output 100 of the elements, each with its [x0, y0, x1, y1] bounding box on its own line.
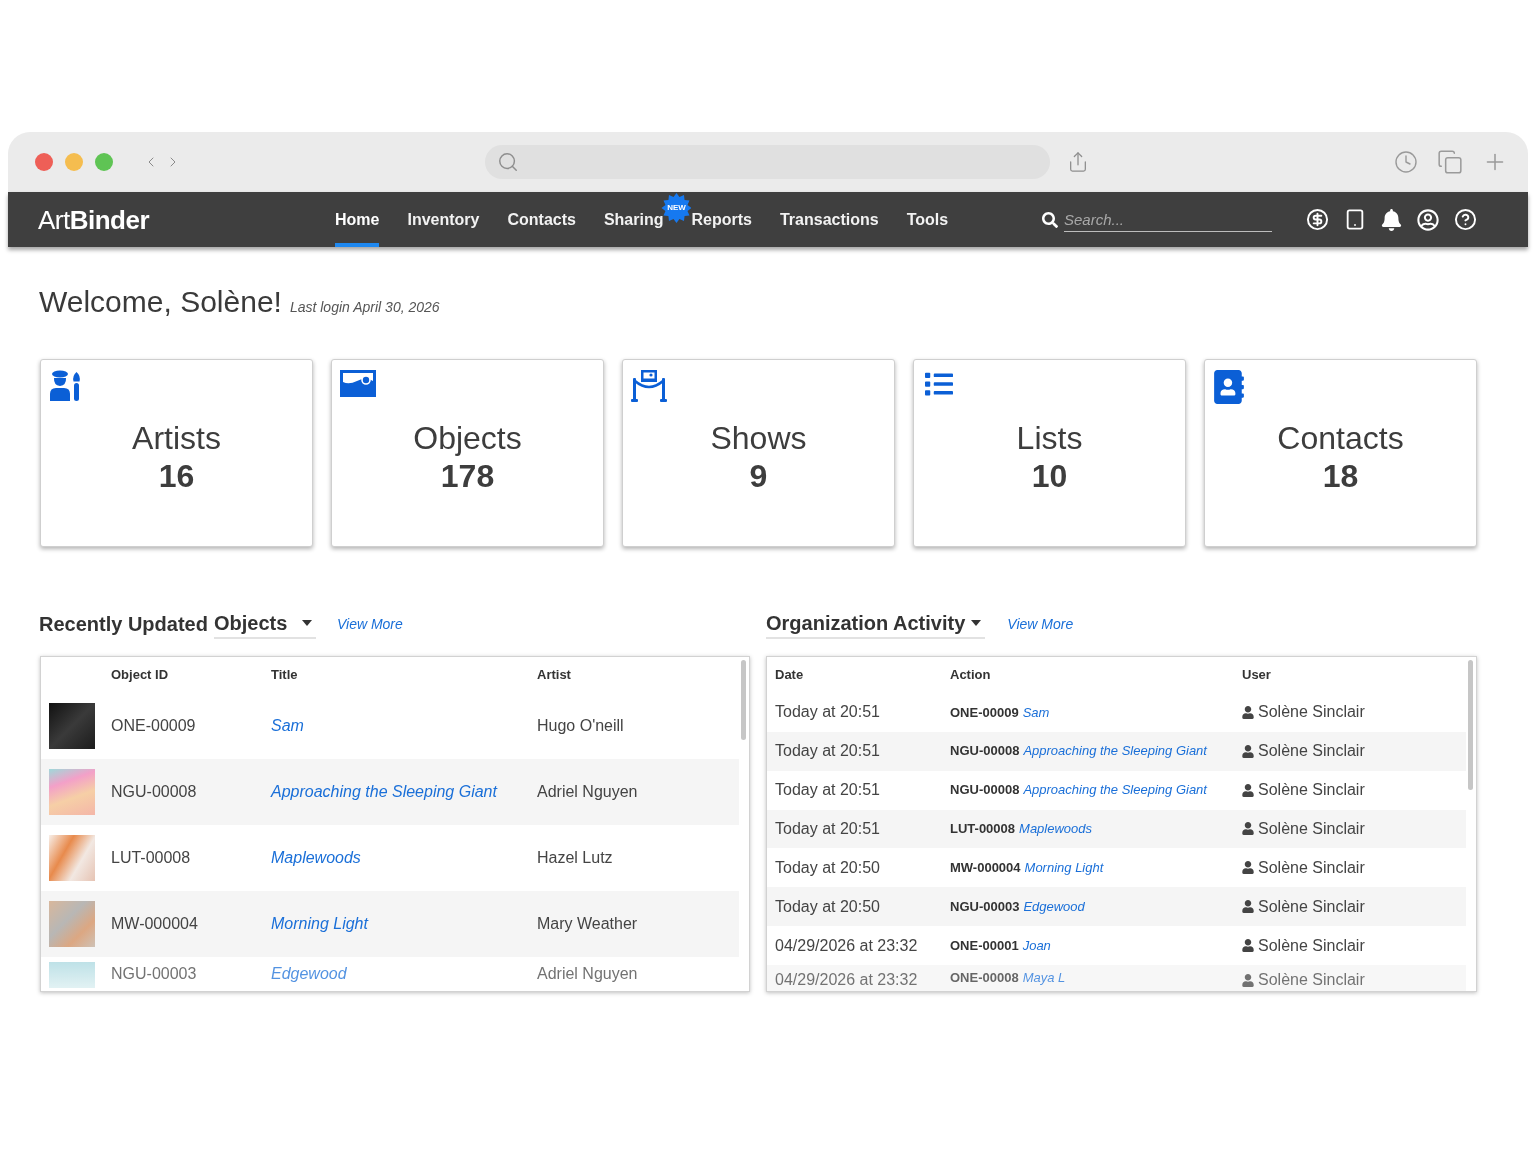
welcome-title: Welcome, Solène! — [39, 284, 282, 320]
dollar-circle-icon[interactable] — [1306, 208, 1329, 231]
stat-count: 10 — [1031, 457, 1068, 495]
object-id: ONE-00009 — [111, 716, 197, 736]
table-row[interactable]: NGU-00003 Edgewood Adriel Nguyen — [41, 957, 739, 991]
user-icon — [1242, 744, 1254, 758]
caret-icon — [971, 620, 982, 626]
table-row[interactable]: NGU-00008 Approaching the Sleeping Giant Adriel Nguyen — [41, 759, 739, 825]
object-id: ONE-00001 — [950, 936, 1019, 955]
stat-card[interactable]: Objects 178 — [331, 359, 604, 547]
object-id: LUT-00008 — [950, 820, 1016, 839]
bell-icon[interactable] — [1381, 208, 1402, 231]
logo[interactable]: ArtBinder — [38, 204, 150, 235]
scrollbar-thumb[interactable] — [741, 660, 746, 740]
tablet-icon[interactable] — [1344, 208, 1366, 231]
nav-tab[interactable]: Contacts — [507, 192, 576, 247]
artwork-title-link[interactable]: Morning Light — [271, 912, 368, 936]
section-title: Recently Updated — [39, 612, 208, 637]
nav-tab[interactable]: Home — [335, 192, 380, 247]
nav-tab[interactable]: Inventory — [407, 192, 480, 247]
object-id: NGU-00003 — [950, 897, 1020, 916]
search-field[interactable]: Search... — [1064, 207, 1272, 232]
section-select[interactable]: Objects — [213, 609, 316, 639]
activity-date: Today at 20:51 — [775, 702, 881, 723]
view-more-link[interactable]: View More — [336, 613, 403, 635]
artwork-title-link[interactable]: Joan — [1022, 935, 1051, 956]
close-window-icon[interactable] — [35, 153, 53, 171]
scrollbar-thumb[interactable] — [1468, 660, 1473, 790]
stat-count: 18 — [1322, 457, 1359, 495]
stat-card[interactable]: Artists 16 — [40, 359, 313, 547]
nav-tab[interactable]: Tools — [906, 192, 949, 247]
artist-name: Adriel Nguyen — [537, 782, 639, 802]
object-id: LUT-00008 — [111, 848, 192, 868]
last-login-text: Last login April 30, 2026 — [289, 298, 440, 317]
address-book-icon — [1213, 370, 1245, 404]
artwork-title-link[interactable]: Approaching the Sleeping Giant — [1023, 741, 1207, 761]
stat-card[interactable]: Contacts 18 — [1204, 359, 1477, 547]
view-more-link[interactable]: View More — [1007, 613, 1074, 635]
object-id: ONE-00009 — [950, 703, 1019, 722]
activity-date: 04/29/2026 at 23:32 — [775, 935, 919, 956]
user-name: Solène Sinclair — [1258, 935, 1365, 956]
artwork-title-link[interactable]: Approaching the Sleeping Giant — [271, 780, 497, 804]
object-id: NGU-00008 — [111, 782, 198, 802]
user-icon — [1242, 973, 1254, 987]
artwork-title-link[interactable]: Edgewood — [1023, 896, 1085, 917]
artwork-title-link[interactable]: Approaching the Sleeping Giant — [1023, 780, 1207, 800]
artist-name: Hugo O'neill — [537, 716, 625, 736]
column-header: User — [1242, 666, 1272, 685]
artwork-title-link[interactable]: Maplewoods — [271, 846, 361, 870]
artwork-title-link[interactable]: Maplewoods — [1019, 819, 1093, 839]
user-name: Solène Sinclair — [1258, 818, 1365, 839]
stat-label: Lists — [1016, 419, 1083, 457]
user-name: Solène Sinclair — [1258, 741, 1365, 762]
table-row[interactable]: 04/29/2026 at 23:32 ONE-00008 Maya L Solène Sinclair — [767, 965, 1466, 991]
nav-tab[interactable]: Sharing — [603, 192, 664, 247]
picture-icon — [340, 370, 376, 397]
stat-card[interactable]: Shows 9 — [622, 359, 895, 547]
table-row[interactable]: Today at 20:50 NGU-00003 Edgewood Solène Sinclair — [767, 887, 1466, 927]
table-row[interactable]: Today at 20:51 NGU-00008 Approaching the Sleeping Giant Solène Sinclair — [767, 731, 1466, 771]
activity-date: Today at 20:50 — [775, 857, 881, 878]
object-id: NGU-00003 — [111, 964, 198, 984]
stat-card[interactable]: Lists 10 — [913, 359, 1186, 547]
stat-label: Shows — [710, 419, 807, 457]
photo-placeholder — [49, 962, 95, 988]
stat-label: Contacts — [1277, 419, 1404, 457]
user-icon — [1242, 861, 1254, 875]
zoom-window-icon[interactable] — [95, 153, 113, 171]
table-row[interactable]: Today at 20:51 LUT-00008 Maplewoods Solène Sinclair — [767, 809, 1466, 849]
section-select[interactable]: Organization Activity — [766, 609, 986, 639]
help-icon[interactable] — [1454, 208, 1477, 231]
column-header: Title — [271, 666, 299, 685]
search-icon — [1042, 211, 1058, 228]
table-row[interactable]: MW-000004 Morning Light Mary Weather — [41, 891, 739, 957]
user-name: Solène Sinclair — [1258, 896, 1365, 917]
stat-count: 9 — [749, 457, 768, 495]
minimize-window-icon[interactable] — [65, 153, 83, 171]
clock-icon[interactable] — [1394, 150, 1418, 174]
column-header: Object ID — [111, 666, 170, 685]
artwork-title-link[interactable]: Sam — [271, 714, 304, 738]
photo-placeholder — [49, 769, 95, 815]
user-icon — [1242, 939, 1254, 953]
column-header: Date — [775, 666, 805, 685]
artist-name: Adriel Nguyen — [537, 964, 639, 984]
nav-tab[interactable]: Transactions — [779, 192, 879, 247]
artwork-title-link[interactable]: Morning Light — [1024, 858, 1104, 878]
caret-icon — [301, 620, 312, 626]
nav-tab[interactable]: Reports — [691, 192, 752, 247]
activity-date: Today at 20:51 — [775, 818, 881, 839]
artwork-title-link[interactable]: Sam — [1022, 702, 1050, 723]
squares-icon[interactable] — [1437, 149, 1463, 175]
user-icon — [1242, 900, 1254, 914]
object-id: NGU-00008 — [950, 781, 1020, 800]
stat-count: 178 — [440, 457, 495, 495]
user-name: Solène Sinclair — [1258, 857, 1365, 878]
photo-placeholder — [49, 835, 95, 881]
column-header: Action — [950, 666, 992, 685]
user-name: Solène Sinclair — [1258, 970, 1365, 990]
stat-count: 16 — [158, 457, 195, 495]
photo-placeholder — [49, 703, 95, 749]
painter-icon — [49, 370, 83, 401]
